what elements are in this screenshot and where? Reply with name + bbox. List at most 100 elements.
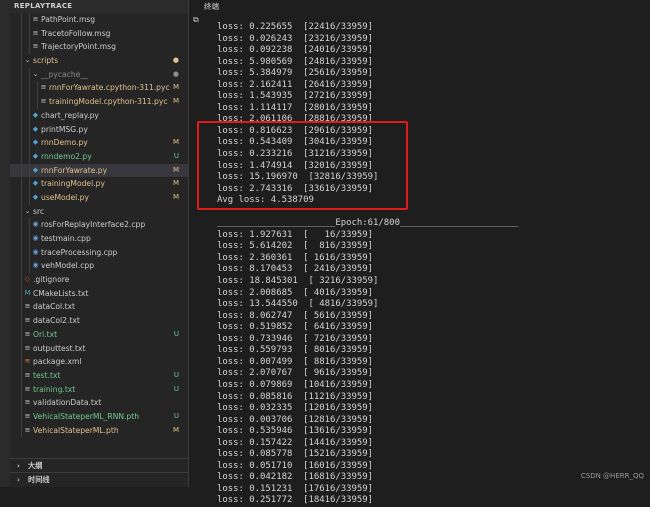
file-tree-item[interactable]: ≡ TrajectoryPoint.msg (10, 40, 188, 55)
indent-guide (21, 218, 22, 232)
indent-guide (21, 355, 22, 369)
indent-guide (21, 81, 22, 96)
explorer-title[interactable]: REPLAYTRACE (10, 0, 188, 13)
indent-guide (21, 300, 22, 315)
python-icon: ◆ (32, 179, 39, 188)
cmake-icon: M (24, 288, 31, 297)
file-name: test.txt (33, 370, 61, 380)
file-tree-item[interactable]: ◆ useModel.py M (10, 190, 188, 205)
file-tree-item[interactable]: ◇ .gitignore (10, 273, 188, 287)
file-tree-item[interactable]: ≡ VehicalStateperML.pth M (10, 423, 188, 438)
indent-guide (29, 40, 30, 55)
file-name: rnnDemo.py (41, 138, 88, 148)
cpp-icon: ◉ (32, 247, 39, 256)
file-tree-item[interactable]: ≡ outputtest.txt (10, 341, 188, 356)
list-icon: ≡ (32, 42, 39, 51)
file-name: testmain.cpp (41, 234, 91, 243)
list-icon: ≡ (24, 302, 31, 311)
activity-bar (0, 0, 10, 487)
python-icon: ◆ (32, 165, 39, 174)
timeline-section[interactable]: › 时间线 (10, 472, 188, 487)
indent-guide (29, 232, 30, 246)
terminal-panel[interactable]: 终端 ⧉ loss: 0.225655 [22416/33959] loss: … (189, 0, 650, 505)
file-tree-item[interactable]: ◉ testmain.cpp (10, 232, 188, 246)
indent-guide (29, 81, 30, 96)
outline-section[interactable]: › 大纲 (10, 458, 188, 473)
file-tree-item[interactable]: ◉ vehModel.cpp (10, 259, 188, 274)
indent-guide (29, 190, 30, 205)
file-tree-item[interactable]: ◆ trainingModel.py M (10, 177, 188, 191)
indent-guide (21, 245, 22, 260)
outline-label: 大纲 (28, 461, 43, 470)
file-tree-item[interactable]: ≡ VehicalStateperML_RNN.pth U (10, 409, 188, 424)
file-tree-item[interactable]: M CMakeLists.txt (10, 286, 188, 301)
file-tree-item[interactable]: ◆ chart_replay.py (10, 108, 188, 123)
list-icon: ≡ (24, 425, 31, 434)
file-name: rosForReplayInterface2.cpp (41, 220, 146, 230)
indent-guide (21, 423, 22, 438)
indent-guide (29, 259, 30, 274)
chevron-down-icon: ⌄ (24, 56, 31, 65)
git-status-badge: U (173, 329, 179, 338)
indent-guide (21, 149, 22, 164)
file-name: __pycache__ (41, 69, 88, 79)
indent-guide (29, 67, 30, 82)
file-tree-item[interactable]: ≡ validationData.txt (10, 396, 188, 410)
file-tree-item[interactable]: ◉ traceProcessing.cpp (10, 245, 188, 260)
file-tree-item[interactable]: ◆ printMSG.py (10, 122, 188, 137)
list-icon: ≡ (24, 398, 31, 407)
file-tree-item[interactable]: ◆ rnndemo2.py U (10, 149, 188, 164)
file-name: TrajectoryPoint.msg (41, 42, 116, 52)
file-tree-item[interactable]: ⌄ __pycache__ ● (10, 67, 188, 82)
file-name: PathPoint.msg (41, 15, 96, 24)
file-tree-item[interactable]: ≡ Ori.txt U (10, 327, 188, 342)
indent-guide (21, 26, 22, 41)
file-name: training.txt (33, 384, 76, 394)
terminal-output[interactable]: loss: 0.225655 [22416/33959] loss: 0.026… (217, 22, 518, 507)
chevron-right-icon: › (17, 462, 20, 470)
indent-guide (29, 163, 30, 178)
file-name: rnndemo2.py (41, 151, 92, 161)
file-tree-item[interactable]: ≡ rnnForYawrate.cpython-311.pyc M (10, 81, 188, 96)
file-name: CMakeLists.txt (33, 288, 89, 298)
file-tree-item[interactable]: ≡ PathPoint.msg (10, 13, 188, 27)
file-tree-item[interactable]: ◉ rosForReplayInterface2.cpp (10, 218, 188, 232)
indent-guide (21, 396, 22, 410)
file-tree-item[interactable]: ⌄ src (10, 204, 188, 219)
file-name: scripts (33, 56, 59, 66)
file-tree: ≡ PathPoint.msg ≡ TracetoFollow.msg ≡ Traject… (10, 13, 188, 438)
file-name: traceProcessing.cpp (41, 247, 118, 257)
file-tree-item[interactable]: ≡ TracetoFollow.msg (10, 26, 188, 41)
file-name: rnnForYawrate.cpython-311.pyc (49, 83, 170, 93)
file-tree-item[interactable]: ≋ package.xml (10, 355, 188, 369)
list-icon: ≡ (32, 28, 39, 37)
python-icon: ◆ (32, 124, 39, 133)
file-tree-item[interactable]: ≡ dataCol.txt (10, 300, 188, 315)
file-tree-item[interactable]: ≡ dataCol2.txt (10, 314, 188, 328)
indent-guide (21, 108, 22, 123)
indent-guide (29, 26, 30, 41)
file-name: vehModel.cpp (41, 261, 95, 271)
rss-icon: ≋ (24, 357, 31, 366)
file-tree-item[interactable]: ◆ rnnForYawrate.py M (10, 163, 188, 178)
file-name: Ori.txt (33, 329, 58, 339)
terminal-action-icon[interactable]: ⧉ (193, 15, 199, 25)
indent-guide (21, 273, 22, 287)
indent-guide (21, 232, 22, 246)
git-status-badge: M (172, 425, 179, 434)
file-tree-item[interactable]: ≡ test.txt U (10, 368, 188, 383)
file-tree-item[interactable]: ≡ trainingModel.cpython-311.pyc M (10, 95, 188, 109)
file-tree-item[interactable]: ◆ rnnDemo.py M (10, 136, 188, 150)
git-status-badge: U (173, 151, 179, 160)
terminal-tab[interactable]: 终端 (204, 1, 219, 12)
file-tree-item[interactable]: ⌄ scripts ● (10, 54, 188, 68)
indent-guide (29, 177, 30, 191)
indent-guide (29, 95, 30, 109)
python-icon: ◆ (32, 110, 39, 119)
file-name: dataCol2.txt (33, 316, 80, 326)
git-status-badge: U (173, 411, 179, 420)
git-status-badge: M (172, 192, 179, 201)
file-tree-item[interactable]: ≡ training.txt U (10, 382, 188, 397)
git-status-badge: ● (172, 56, 179, 65)
list-icon: ≡ (24, 411, 31, 420)
